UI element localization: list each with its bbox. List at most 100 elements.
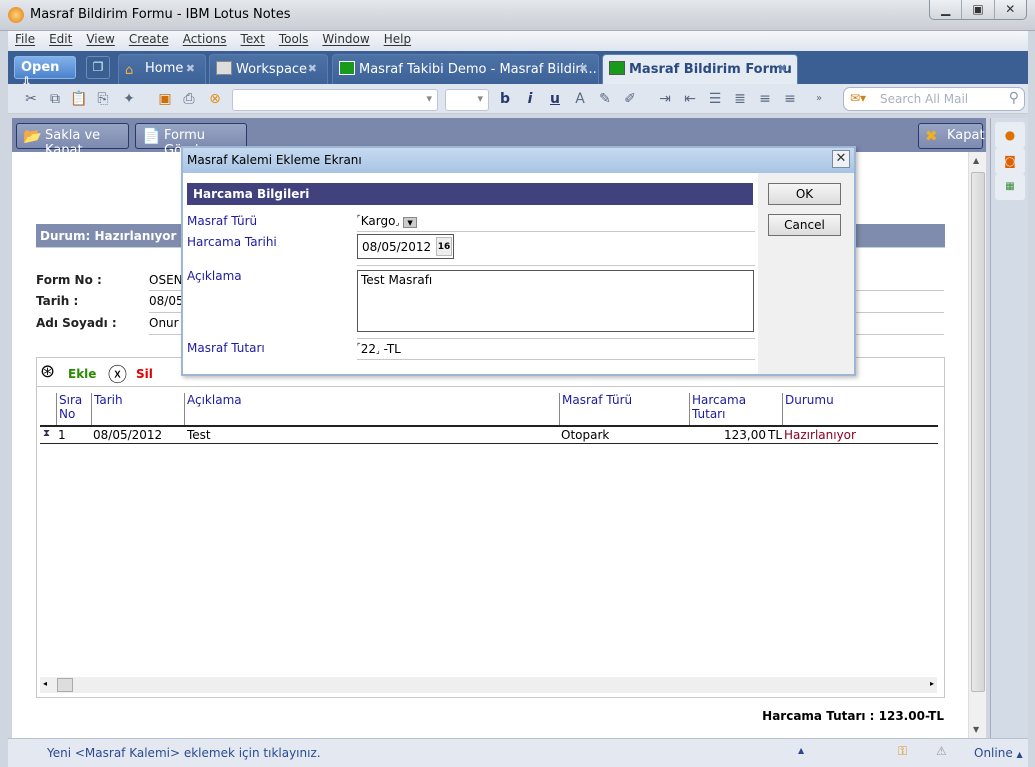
open-button[interactable]: Open ⇩ — [14, 56, 76, 90]
date-label: Tarih : — [36, 294, 79, 308]
replication-icon[interactable]: ⚠ — [936, 744, 947, 758]
description-textarea[interactable]: Test Masrafı — [357, 270, 754, 332]
description-value: Test Masrafı — [361, 273, 433, 287]
bullets-icon[interactable]: ☰ — [706, 90, 724, 108]
ok-button[interactable]: OK — [768, 183, 841, 205]
paste-special-icon[interactable]: ⎘ — [94, 90, 112, 108]
cut-icon[interactable]: ✂ — [22, 90, 40, 108]
search-icon[interactable]: ⚲ — [1009, 90, 1019, 106]
calendar-icon[interactable]: ▦ — [995, 174, 1025, 200]
menu-create[interactable]: Create — [122, 31, 176, 51]
tab-masraf-bildirim-formu[interactable]: Masraf Bildirim Formu ✖ — [602, 54, 798, 84]
form-no-value: OSEN — [149, 273, 183, 287]
bold-icon[interactable]: b — [496, 90, 514, 108]
print-icon[interactable]: ⎙ — [180, 90, 198, 108]
maximize-button[interactable]: ▣ — [961, 0, 993, 19]
calendar-button[interactable]: 16 — [436, 237, 452, 256]
dropdown-icon[interactable]: ▼ — [403, 217, 418, 228]
column-header-date: Tarih — [91, 393, 183, 425]
cancel-button[interactable]: Cancel — [768, 214, 841, 236]
text-color-icon[interactable]: A — [571, 90, 589, 108]
amount-field[interactable]: ⌜22⌟ -TL — [357, 342, 401, 356]
paste-icon[interactable]: 📋 — [70, 90, 88, 108]
menu-window[interactable]: Window — [315, 31, 376, 51]
tab-workspace[interactable]: Workspace ✖ — [209, 54, 328, 84]
numbering-icon[interactable]: ≣ — [731, 90, 749, 108]
key-icon[interactable]: ⚿ — [898, 744, 907, 759]
form-no-label: Form No : — [36, 273, 102, 287]
font-combo[interactable] — [232, 89, 438, 111]
name-label: Adı Soyadı : — [36, 316, 117, 330]
save-icon[interactable]: ▣ — [156, 90, 174, 108]
highlighter-icon[interactable]: ✎ — [596, 90, 614, 108]
add-button[interactable]: Ekle — [68, 367, 96, 381]
close-x-icon: ✖ — [925, 127, 938, 145]
status-message: Yeni <Masraf Kalemi> eklemek için tıklay… — [47, 746, 321, 760]
size-combo[interactable] — [445, 89, 489, 111]
status-bar: Yeni <Masraf Kalemi> eklemek için tıklay… — [8, 738, 1028, 767]
title-bar: Masraf Bildirim Formu - IBM Lotus Notes … — [0, 0, 1035, 31]
menu-text[interactable]: Text — [234, 31, 272, 51]
window-list-button[interactable]: ❐ — [86, 56, 110, 79]
send-form-icon: 📄 — [142, 127, 161, 145]
feeds-icon[interactable]: ◙ — [995, 148, 1025, 174]
more-chevron-icon[interactable]: » — [810, 90, 828, 108]
scroll-left-icon[interactable]: ◂ — [43, 679, 47, 688]
add-icon[interactable]: ⊛ — [40, 361, 55, 382]
vertical-scrollbar[interactable]: ▲ ▼ — [968, 152, 986, 738]
italic-icon[interactable]: i — [521, 90, 539, 108]
online-label: Online — [974, 746, 1013, 760]
stop-icon[interactable]: ⊗ — [206, 90, 224, 108]
close-tab-icon[interactable]: ✖ — [579, 62, 588, 75]
horizontal-scrollbar[interactable]: ◂ ▸ — [40, 677, 937, 693]
tab-bar: Open ⇩ ❐ ⌂ Home ✖ Workspace ✖ Masraf Takibi… — [8, 51, 1028, 90]
copy-icon[interactable]: ⧉ — [46, 90, 64, 108]
menu-file[interactable]: File — [8, 31, 42, 51]
expense-type-field[interactable]: ⌜Kargo⌟ ▼ — [357, 214, 418, 228]
align-justify-icon[interactable]: ≡ — [781, 90, 799, 108]
sametime-icon[interactable]: ● — [995, 122, 1025, 148]
close-tab-icon[interactable]: ✖ — [308, 62, 317, 75]
menu-bar: File Edit View Create Actions Text Tools… — [8, 31, 1028, 51]
save-close-button[interactable]: 📂 Sakla ve Kapat — [16, 123, 129, 158]
close-window-button[interactable]: ✕ — [993, 0, 1026, 19]
menu-help[interactable]: Help — [377, 31, 418, 51]
tab-home[interactable]: ⌂ Home ✖ — [118, 54, 206, 84]
hscroll-thumb[interactable] — [57, 678, 73, 692]
close-tab-icon[interactable]: ✖ — [778, 62, 787, 75]
scroll-right-icon[interactable]: ▸ — [930, 679, 934, 688]
underline-icon[interactable]: u — [546, 90, 564, 108]
highlight-icon[interactable]: ✐ — [621, 90, 639, 108]
scroll-thumb[interactable] — [971, 172, 985, 692]
online-status[interactable]: Online ▲ — [974, 746, 1023, 760]
align-center-icon[interactable]: ≡ — [756, 90, 774, 108]
minimize-button[interactable]: ▁ — [930, 0, 961, 19]
new-icon[interactable]: ✦ — [120, 90, 138, 108]
folder-save-icon: 📂 — [23, 127, 42, 145]
close-button[interactable]: ✖ Kapat — [918, 123, 985, 149]
table-row[interactable]: ⧗ 1 08/05/2012 Test Otopark 123,00 TL Ha… — [40, 428, 938, 444]
menu-actions[interactable]: Actions — [176, 31, 234, 51]
column-header-type: Masraf Türü — [559, 393, 689, 425]
dialog-title: Masraf Kalemi Ekleme Ekranı — [187, 153, 362, 167]
scroll-up-icon[interactable]: ▲ — [973, 156, 979, 165]
menu-edit[interactable]: Edit — [42, 31, 79, 51]
menu-view[interactable]: View — [79, 31, 121, 51]
column-header-status: Durumu — [782, 393, 932, 425]
date-value: 08/05 — [149, 294, 184, 308]
expense-date-value: 08/05/2012 — [362, 240, 432, 254]
menu-tools[interactable]: Tools — [272, 31, 316, 51]
dialog-body: Harcama Bilgileri Masraf Türü ⌜Kargo⌟ ▼ … — [183, 173, 758, 374]
tab-masraf-takibi[interactable]: Masraf Takibi Demo - Masraf Bildiri... ✖ — [332, 54, 599, 84]
home-icon: ⌂ — [125, 63, 134, 78]
dialog-close-button[interactable]: ✕ — [832, 150, 850, 168]
scroll-down-icon[interactable]: ▼ — [973, 725, 979, 734]
outdent-icon[interactable]: ⇤ — [681, 90, 699, 108]
indent-icon[interactable]: ⇥ — [656, 90, 674, 108]
expense-date-input[interactable]: 08/05/2012 16 — [357, 234, 454, 259]
delete-icon[interactable]: ⓧ — [108, 360, 127, 387]
status-up-icon[interactable]: ▲ — [798, 746, 804, 755]
delete-button[interactable]: Sil — [136, 367, 153, 381]
close-tab-icon[interactable]: ✖ — [186, 62, 195, 75]
search-input[interactable]: ✉▾ Search All Mail ⚲ — [843, 87, 1025, 111]
